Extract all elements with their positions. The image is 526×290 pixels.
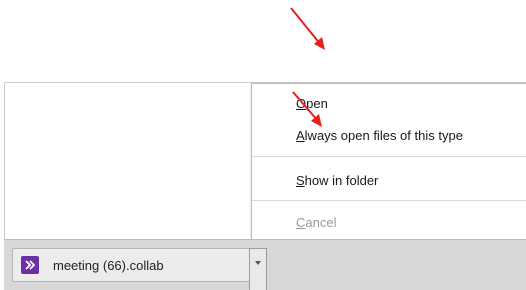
- menu-item-show-in-folder-label: how in folder: [304, 173, 379, 188]
- menu-item-show-in-folder-accel: S: [296, 173, 305, 188]
- screenshot-stage: Open Always open files of this type Show…: [0, 0, 526, 290]
- menu-separator: [252, 200, 526, 201]
- menu-item-show-in-folder[interactable]: Show in folder: [296, 173, 378, 188]
- menu-item-cancel-label: ancel: [305, 215, 337, 230]
- collab-file-icon: [21, 256, 39, 274]
- download-shelf: meeting (66).collab: [4, 239, 526, 290]
- chevron-down-icon: [255, 261, 261, 265]
- download-file-name: meeting (66).collab: [53, 257, 164, 273]
- menu-item-cancel-accel: C: [296, 215, 306, 230]
- annotation-arrow-menu-icon: [292, 91, 322, 127]
- menu-separator: [252, 156, 526, 157]
- menu-item-cancel: Cancel: [296, 215, 336, 230]
- download-item[interactable]: meeting (66).collab: [12, 248, 250, 282]
- annotation-arrow-top-icon: [290, 7, 325, 50]
- download-menu-button[interactable]: [249, 248, 267, 290]
